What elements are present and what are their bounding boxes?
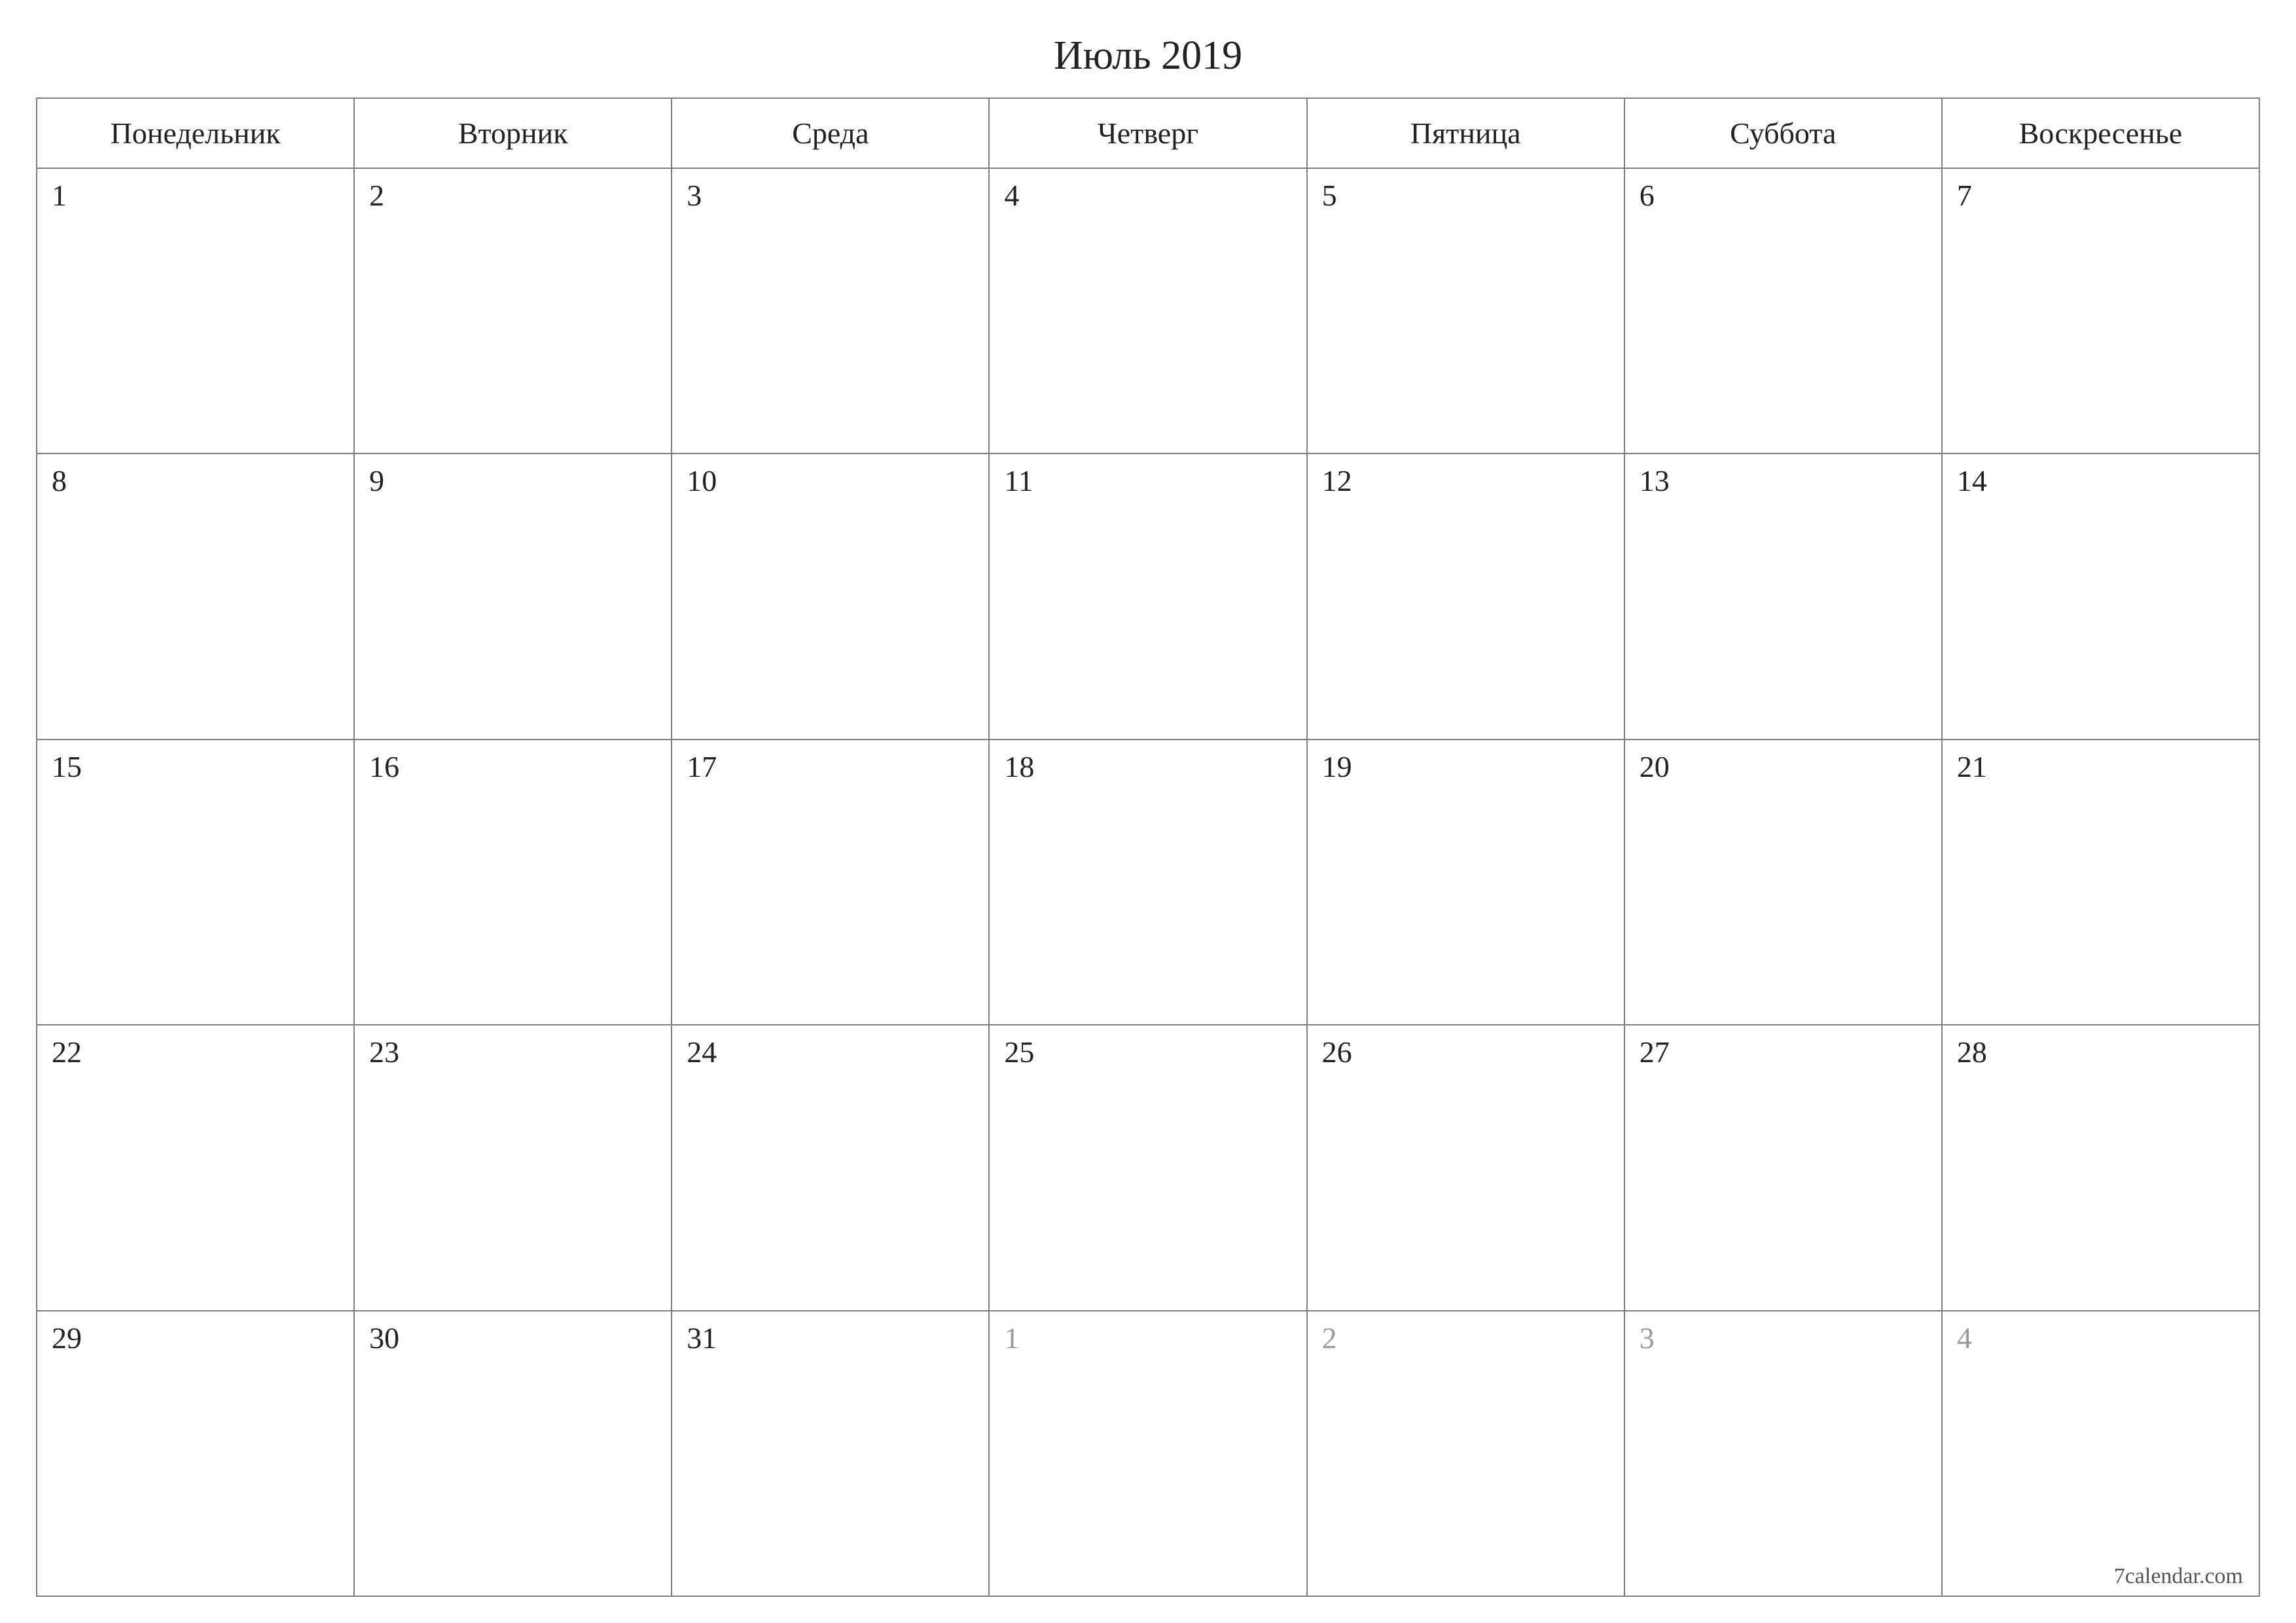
- day-number: 14: [1957, 464, 1987, 497]
- weekday-header-row: Понедельник Вторник Среда Четверг Пятниц…: [37, 98, 2259, 168]
- day-number: 22: [52, 1035, 82, 1069]
- day-number: 4: [1004, 179, 1019, 212]
- day-cell: 10: [672, 454, 989, 739]
- day-number: 2: [1322, 1321, 1337, 1355]
- footer-credit: 7calendar.com: [2114, 1564, 2243, 1589]
- day-number: 12: [1322, 464, 1352, 497]
- day-cell: 9: [354, 454, 672, 739]
- day-number: 20: [1640, 750, 1670, 783]
- day-cell: 3: [672, 168, 989, 454]
- day-cell: 21: [1942, 740, 2259, 1025]
- calendar-row: 22 23 24 25 26 27 28: [37, 1025, 2259, 1310]
- day-cell: 22: [37, 1025, 354, 1310]
- day-cell: 2: [1307, 1311, 1624, 1596]
- calendar-row: 29 30 31 1 2 3 4 7calendar.com: [37, 1311, 2259, 1596]
- calendar-body: 1 2 3 4 5 6 7 8 9 10 11 12 13 14 15 16 1…: [37, 168, 2259, 1596]
- day-number: 25: [1004, 1035, 1034, 1069]
- weekday-header: Вторник: [354, 98, 672, 168]
- day-number: 3: [687, 179, 702, 212]
- day-cell: 16: [354, 740, 672, 1025]
- day-cell: 29: [37, 1311, 354, 1596]
- calendar-table: Понедельник Вторник Среда Четверг Пятниц…: [36, 98, 2260, 1597]
- calendar-row: 1 2 3 4 5 6 7: [37, 168, 2259, 454]
- day-number: 19: [1322, 750, 1352, 783]
- calendar-page: Июль 2019 Понедельник Вторник Среда Четв…: [0, 0, 2296, 1623]
- day-cell: 3: [1624, 1311, 1942, 1596]
- day-number: 7: [1957, 179, 1972, 212]
- day-number: 4: [1957, 1321, 1972, 1355]
- weekday-header: Суббота: [1624, 98, 1942, 168]
- day-cell: 7: [1942, 168, 2259, 454]
- day-cell: 14: [1942, 454, 2259, 739]
- day-number: 29: [52, 1321, 82, 1355]
- day-number: 9: [369, 464, 384, 497]
- day-number: 15: [52, 750, 82, 783]
- day-number: 24: [687, 1035, 717, 1069]
- day-number: 11: [1004, 464, 1033, 497]
- day-number: 28: [1957, 1035, 1987, 1069]
- weekday-header: Четверг: [989, 98, 1306, 168]
- day-cell: 27: [1624, 1025, 1942, 1310]
- day-number: 1: [52, 179, 67, 212]
- day-cell: 2: [354, 168, 672, 454]
- day-number: 3: [1640, 1321, 1655, 1355]
- day-cell: 24: [672, 1025, 989, 1310]
- day-number: 21: [1957, 750, 1987, 783]
- day-cell: 13: [1624, 454, 1942, 739]
- day-cell: 15: [37, 740, 354, 1025]
- day-cell: 4: [989, 168, 1306, 454]
- day-cell: 4 7calendar.com: [1942, 1311, 2259, 1596]
- day-number: 2: [369, 179, 384, 212]
- weekday-header: Пятница: [1307, 98, 1624, 168]
- day-number: 31: [687, 1321, 717, 1355]
- day-number: 17: [687, 750, 717, 783]
- day-number: 5: [1322, 179, 1337, 212]
- day-number: 18: [1004, 750, 1034, 783]
- day-cell: 23: [354, 1025, 672, 1310]
- day-number: 13: [1640, 464, 1670, 497]
- day-number: 30: [369, 1321, 399, 1355]
- day-cell: 28: [1942, 1025, 2259, 1310]
- day-cell: 12: [1307, 454, 1624, 739]
- calendar-title: Июль 2019: [36, 33, 2260, 79]
- day-cell: 17: [672, 740, 989, 1025]
- day-number: 27: [1640, 1035, 1670, 1069]
- weekday-header: Понедельник: [37, 98, 354, 168]
- calendar-row: 8 9 10 11 12 13 14: [37, 454, 2259, 739]
- day-cell: 11: [989, 454, 1306, 739]
- calendar-row: 15 16 17 18 19 20 21: [37, 740, 2259, 1025]
- day-number: 1: [1004, 1321, 1019, 1355]
- day-cell: 1: [37, 168, 354, 454]
- day-cell: 25: [989, 1025, 1306, 1310]
- day-number: 16: [369, 750, 399, 783]
- day-number: 10: [687, 464, 717, 497]
- day-cell: 31: [672, 1311, 989, 1596]
- day-cell: 19: [1307, 740, 1624, 1025]
- weekday-header: Воскресенье: [1942, 98, 2259, 168]
- day-number: 8: [52, 464, 67, 497]
- day-number: 23: [369, 1035, 399, 1069]
- weekday-header: Среда: [672, 98, 989, 168]
- day-number: 26: [1322, 1035, 1352, 1069]
- day-cell: 20: [1624, 740, 1942, 1025]
- day-cell: 5: [1307, 168, 1624, 454]
- day-cell: 1: [989, 1311, 1306, 1596]
- day-cell: 18: [989, 740, 1306, 1025]
- day-number: 6: [1640, 179, 1655, 212]
- day-cell: 30: [354, 1311, 672, 1596]
- day-cell: 8: [37, 454, 354, 739]
- day-cell: 6: [1624, 168, 1942, 454]
- day-cell: 26: [1307, 1025, 1624, 1310]
